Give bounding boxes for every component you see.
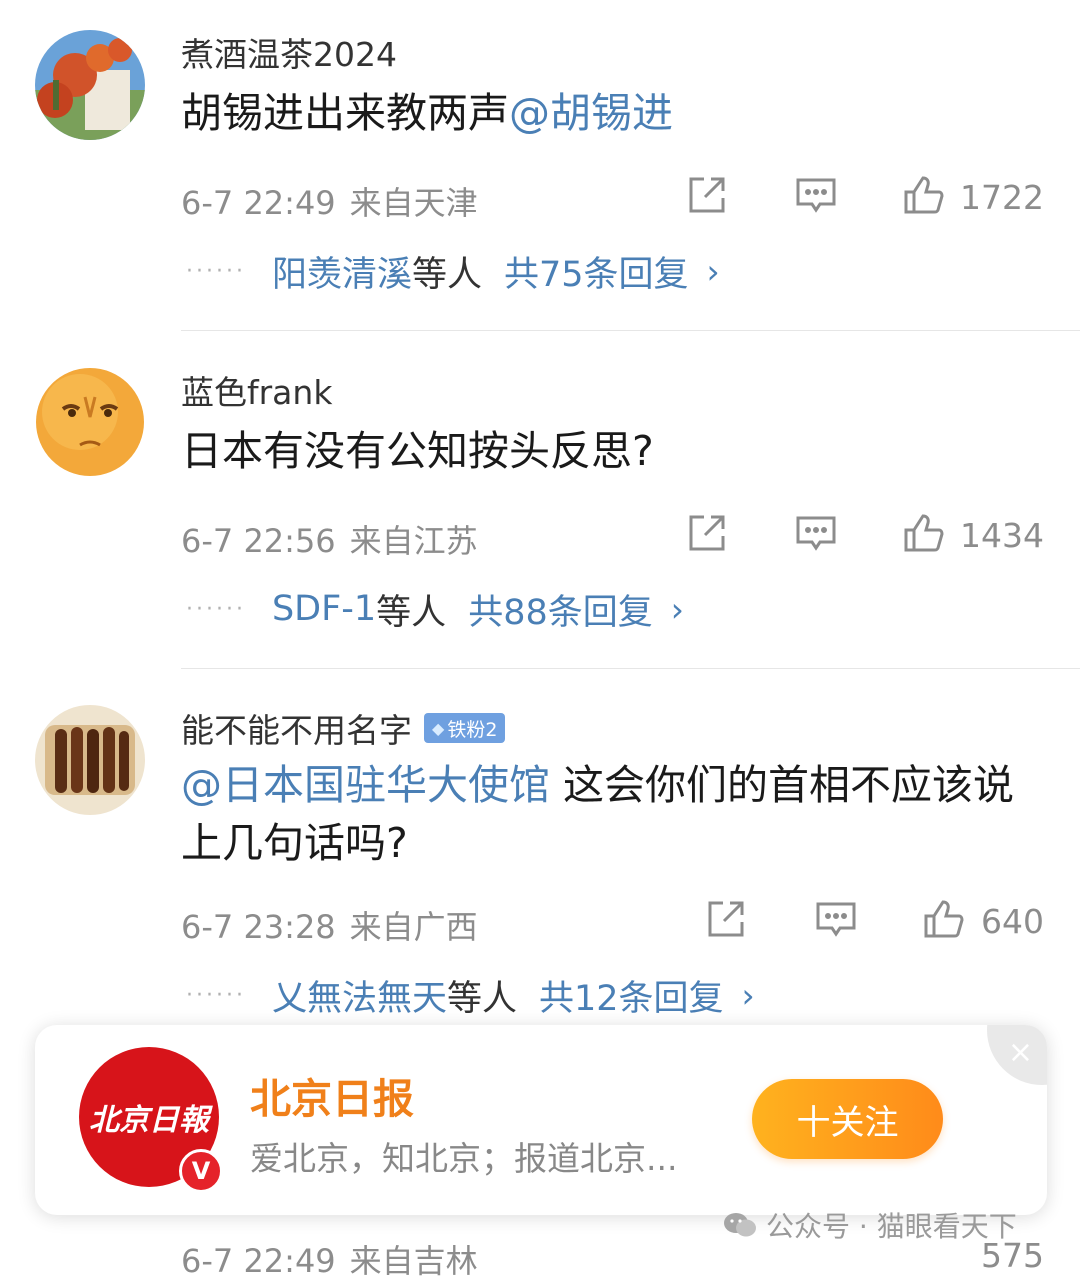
timestamp: 6-7 23:28 来自广西 (181, 902, 478, 948)
comment-text: 日本有没有公知按头反思? (181, 427, 654, 475)
reply-names[interactable]: 阳羡清溪 (272, 246, 412, 297)
reply-dots: ······ (186, 982, 246, 1008)
brand-description: 爱北京，知北京；报道北京... (250, 1139, 678, 1178)
username[interactable]: 煮酒温茶2024 (181, 28, 397, 76)
mention-link[interactable]: @日本国驻华大使馆 (181, 761, 550, 809)
time: 6-7 22:56 (181, 522, 336, 560)
meta-row: 6-7 22:56 来自江苏 1434 (181, 510, 1044, 560)
reply-dots: ······ (186, 258, 246, 284)
meta-row: 6-7 22:49 来自天津 1722 (181, 172, 1044, 222)
brand-logo-text: 北京日報 (89, 1103, 209, 1138)
avatar[interactable] (35, 30, 145, 140)
chevron-right-icon: › (706, 251, 720, 291)
watermark: 公众号 · 猫眼看天下 (722, 1205, 1017, 1245)
like-icon[interactable] (901, 172, 947, 218)
comment-text: @日本国驻华大使馆 这会你们的首相不应该说上几句话吗? (181, 756, 1030, 872)
badge-label: 铁粉2 (447, 718, 498, 741)
follow-button[interactable]: 十关注 (752, 1079, 943, 1159)
follow-banner: × 北京日報 V 北京日报 爱北京，知北京；报道北京... 十关注 (35, 1025, 1047, 1215)
comment-icon[interactable] (813, 896, 859, 942)
avatar[interactable] (35, 705, 145, 815)
brand-name[interactable]: 北京日报 (250, 1065, 414, 1125)
like-icon[interactable] (921, 896, 967, 942)
username-text[interactable]: 能不能不用名字 (181, 704, 412, 752)
verified-icon: V (179, 1149, 223, 1193)
like-count: 1722 (960, 178, 1044, 217)
reply-summary[interactable]: ······ SDF-1 等人 共88条回复 › (186, 584, 684, 634)
badge-diamond-icon: ◆ (432, 718, 445, 738)
comment-icon[interactable] (793, 172, 839, 218)
time: 6-7 22:49 (181, 1242, 336, 1280)
timestamp: 6-7 22:56 来自江苏 (181, 516, 478, 562)
time: 6-7 22:49 (181, 184, 336, 222)
avatar[interactable] (35, 367, 145, 477)
reply-count[interactable]: 共12条回复 (539, 970, 724, 1021)
comment-icon[interactable] (793, 510, 839, 556)
reply-others: 等人 (411, 254, 482, 295)
location: 来自广西 (349, 908, 478, 946)
reply-dots: ······ (186, 596, 246, 622)
mention-link[interactable]: @胡锡进 (509, 89, 673, 137)
like-count: 1434 (960, 516, 1044, 555)
divider (181, 668, 1080, 669)
time: 6-7 23:28 (181, 908, 336, 946)
share-icon[interactable] (703, 896, 749, 942)
close-icon[interactable]: × (1008, 1035, 1033, 1070)
reply-count[interactable]: 共75条回复 (504, 246, 689, 297)
chevron-right-icon: › (670, 589, 684, 629)
meta-row: 6-7 23:28 来自广西 640 (181, 896, 1044, 946)
reply-names[interactable]: 乂無法無天 (272, 970, 447, 1021)
reply-others: 等人 (446, 978, 517, 1019)
reply-summary[interactable]: ······ 阳羡清溪 等人 共75条回复 › (186, 246, 720, 296)
reply-names[interactable]: SDF-1 (272, 589, 376, 629)
like-icon[interactable] (901, 510, 947, 556)
location: 来自天津 (349, 184, 478, 222)
comment-text: 胡锡进出来教两声@胡锡进 (181, 84, 1030, 142)
share-icon[interactable] (684, 510, 730, 556)
location: 来自吉林 (349, 1242, 478, 1280)
timestamp: 6-7 22:49 来自天津 (181, 178, 478, 224)
location: 来自江苏 (349, 522, 478, 560)
wechat-icon (724, 1213, 756, 1237)
fan-badge: ◆ 铁粉2 (424, 713, 506, 743)
watermark-text: 公众号 · 猫眼看天下 (766, 1210, 1017, 1243)
comment-text-body: 胡锡进出来教两声 (181, 89, 509, 137)
like-count: 640 (981, 902, 1044, 941)
reply-others: 等人 (376, 592, 447, 633)
divider (181, 330, 1080, 331)
reply-summary[interactable]: ······ 乂無法無天 等人 共12条回复 › (186, 970, 755, 1020)
username[interactable]: 能不能不用名字 ◆ 铁粉2 (181, 704, 506, 752)
share-icon[interactable] (684, 172, 730, 218)
username[interactable]: 蓝色frank (181, 366, 332, 414)
chevron-right-icon: › (741, 975, 755, 1015)
reply-count[interactable]: 共88条回复 (468, 584, 653, 635)
peek-timestamp: 6-7 22:49 来自吉林 (181, 1236, 478, 1282)
